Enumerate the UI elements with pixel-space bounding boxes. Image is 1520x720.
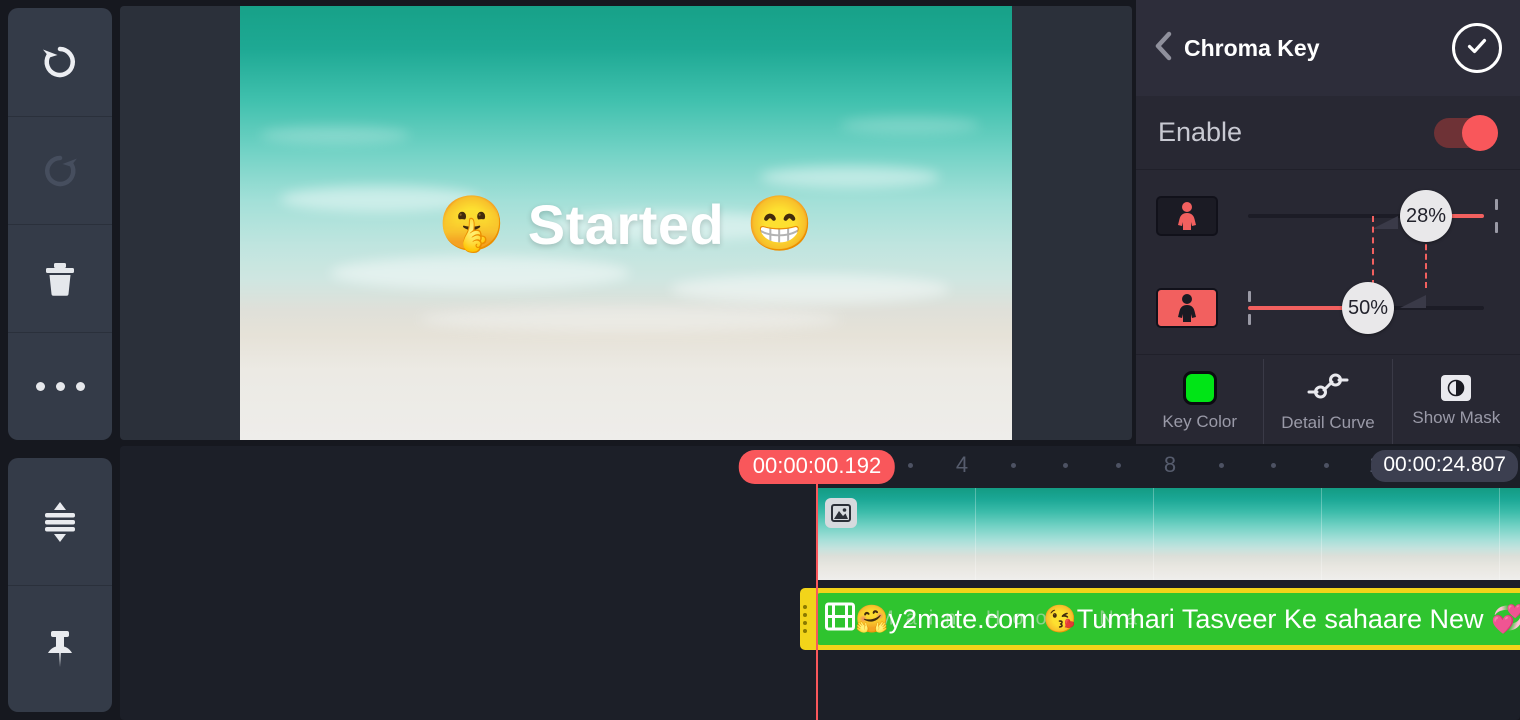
film-strip-icon (825, 602, 855, 636)
timeline[interactable]: 4 8 1 00:00:24.807 00:00:00.192 (120, 446, 1520, 720)
chevron-left-icon (1152, 30, 1174, 67)
preview-panel: 🤫 Started 😁 (120, 6, 1132, 440)
redo-button[interactable] (8, 116, 112, 224)
show-mask-label: Show Mask (1412, 408, 1501, 427)
panel-header: Chroma Key (1136, 0, 1520, 96)
emoji-right: 😁 (746, 194, 814, 254)
video-preview[interactable]: 🤫 Started 😁 (240, 6, 1012, 440)
overlay-title: Started (527, 193, 725, 256)
left-toolbar (0, 0, 120, 720)
slider-knob-shadow[interactable]: 50% (1342, 282, 1394, 334)
playhead-time-badge[interactable]: 00:00:00.192 (738, 450, 896, 484)
emoji-left: 🤫 (438, 194, 506, 254)
undo-button[interactable] (8, 8, 112, 116)
video-clip-title: 🤗y2mate.com 😘Tumhari Tasveer Ke sahaare … (855, 604, 1520, 634)
video-clip-selected[interactable]: Main Hoon Na 🤗y2mate.com 😘Tumhari Tasvee… (800, 588, 1520, 650)
key-color-label: Key Color (1162, 412, 1237, 431)
person-silhouette-icon[interactable] (1156, 288, 1218, 328)
enable-toggle[interactable] (1434, 114, 1498, 151)
show-mask-button[interactable]: Show Mask (1391, 359, 1520, 444)
slider-track-intensity[interactable]: 28% (1244, 190, 1506, 288)
option-bar: Key Color Detail Curve Show Mask (1136, 359, 1520, 444)
ruler-tick-4: 4 (955, 452, 969, 477)
ruler-tick-8: 8 (1163, 452, 1177, 477)
page-title: Chroma Key (1184, 34, 1320, 61)
slider-section: 28% 50% (1136, 170, 1520, 355)
duration-badge: 00:00:24.807 (1371, 450, 1518, 482)
slider-knob-intensity[interactable]: 28% (1400, 190, 1452, 242)
key-color-button[interactable]: Key Color (1136, 359, 1263, 444)
undo-icon (34, 36, 86, 88)
image-track-clip[interactable] (817, 488, 1520, 580)
playhead-line[interactable] (816, 484, 818, 720)
detail-curve-button[interactable]: Detail Curve (1263, 359, 1391, 444)
chroma-key-panel: Chroma Key Enable 28% 50% Key Color Deta… (1136, 0, 1520, 444)
pin-button[interactable] (8, 585, 112, 712)
left-toolbar-bottom-group (8, 458, 112, 712)
person-highlight-icon[interactable] (1156, 196, 1218, 236)
slider-row-intensity: 28% (1136, 170, 1520, 288)
slider-track-shadow[interactable]: 50% (1244, 282, 1506, 334)
contrast-mask-icon (1441, 375, 1472, 401)
adjust-tracks-button[interactable] (8, 458, 112, 585)
clip-trim-handle-left[interactable] (803, 605, 807, 633)
redo-icon (34, 145, 86, 197)
more-dots-icon (35, 382, 85, 391)
check-icon (1463, 32, 1491, 65)
curve-nodes-icon (1306, 371, 1350, 406)
expand-rows-icon (35, 497, 85, 547)
color-swatch-icon (1182, 371, 1217, 405)
delete-button[interactable] (8, 224, 112, 332)
video-editor-window: 🤫 Started 😁 Chroma Key Enable 28% 50% Ke… (0, 0, 1520, 720)
video-clip-body[interactable]: Main Hoon Na 🤗y2mate.com 😘Tumhari Tasvee… (817, 593, 1520, 645)
enable-label: Enable (1158, 117, 1243, 147)
image-icon (825, 498, 857, 528)
confirm-button[interactable] (1452, 23, 1502, 73)
toggle-knob (1462, 114, 1498, 151)
left-toolbar-top-group (8, 8, 112, 440)
detail-curve-label: Detail Curve (1281, 412, 1375, 432)
trash-icon (37, 256, 83, 302)
slider-row-shadow: 50% (1136, 262, 1520, 354)
pin-icon (36, 625, 84, 673)
back-button[interactable] (1152, 30, 1174, 67)
enable-row: Enable (1136, 96, 1520, 170)
more-button[interactable] (8, 332, 112, 440)
preview-overlay-text: 🤫 Started 😁 (240, 192, 1012, 257)
